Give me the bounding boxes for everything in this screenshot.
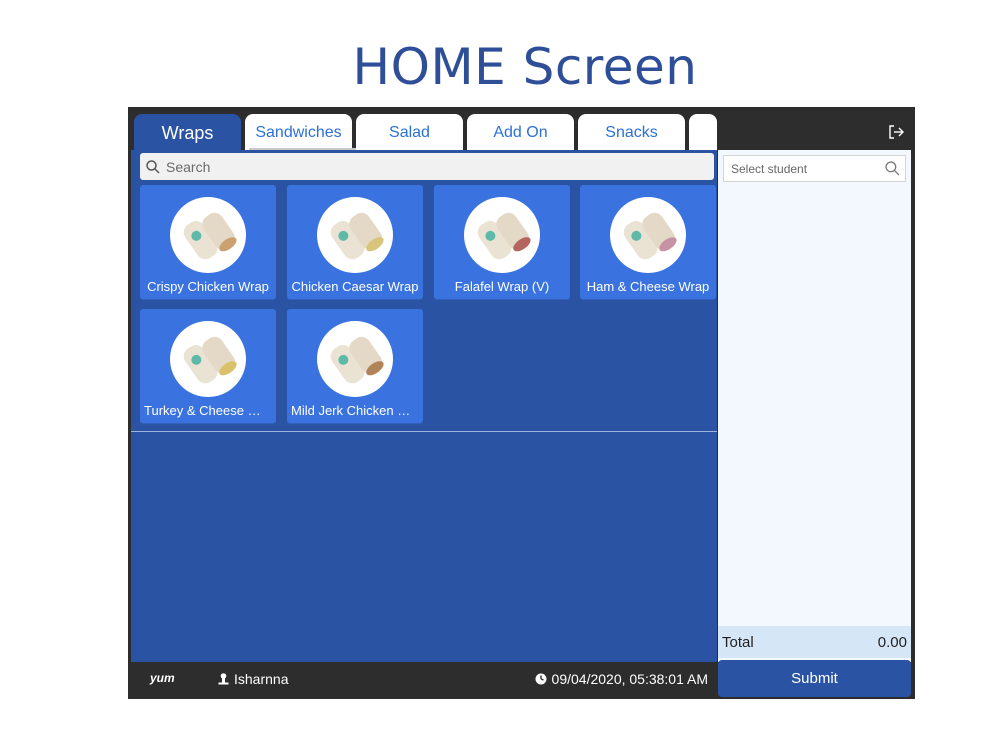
tab-more[interactable] (689, 114, 717, 152)
clock-icon (535, 673, 547, 685)
search-bar (140, 153, 714, 180)
datetime-value: 09/04/2020, 05:38:01 AM (551, 671, 708, 687)
product-photo (317, 197, 393, 273)
tab-snacks[interactable]: Snacks (578, 114, 685, 152)
student-select (723, 155, 906, 182)
logout-icon[interactable] (887, 123, 905, 141)
product-falafel-wrap[interactable]: Falafel Wrap (V) (434, 185, 570, 300)
product-photo (464, 197, 540, 273)
product-photo (170, 197, 246, 273)
search-icon[interactable] (885, 161, 900, 176)
search-icon (146, 159, 160, 174)
submit-button[interactable]: Submit (718, 660, 911, 697)
product-photo (610, 197, 686, 273)
current-user: Isharnna (218, 671, 288, 687)
datetime: 09/04/2020, 05:38:01 AM (535, 671, 708, 687)
product-mild-jerk-chicken-wrap[interactable]: Mild Jerk Chicken Wrap (287, 309, 423, 424)
product-name: Falafel Wrap (V) (454, 279, 550, 294)
product-photo (317, 321, 393, 397)
user-name: Isharnna (234, 671, 289, 687)
brand-logo: yum (150, 671, 175, 685)
product-crispy-chicken-wrap[interactable]: Crispy Chicken Wrap (140, 185, 276, 300)
product-name: Mild Jerk Chicken Wrap (291, 403, 419, 418)
tab-add-on[interactable]: Add On (467, 114, 574, 152)
student-search-input[interactable] (729, 160, 883, 177)
product-panel: Crispy Chicken Wrap Chicken Caesar Wrap … (131, 150, 717, 662)
product-name: Ham & Cheese Wrap (586, 279, 710, 294)
status-bar: yum Isharnna 09/04/2020, 05:38:01 AM (128, 661, 718, 699)
total-label: Total (722, 633, 754, 651)
page-title: HOME Screen (352, 38, 698, 96)
tab-salad[interactable]: Salad (356, 114, 463, 152)
total-value: 0.00 (877, 633, 907, 651)
category-tabs: Wraps Sandwiches Salad Add On Snacks (131, 112, 717, 155)
tab-wraps[interactable]: Wraps (134, 114, 241, 152)
product-name: Crispy Chicken Wrap (147, 279, 269, 294)
product-turkey-cheese-wrap[interactable]: Turkey & Cheese Wrap (140, 309, 276, 424)
product-ham-cheese-wrap[interactable]: Ham & Cheese Wrap (580, 185, 716, 300)
search-input[interactable] (164, 157, 708, 176)
pos-app: Wraps Sandwiches Salad Add On Snacks Cri… (128, 107, 915, 699)
order-panel: Total 0.00 (718, 150, 911, 662)
user-icon (218, 673, 229, 685)
tab-label: Sandwiches (255, 124, 342, 141)
total-row: Total 0.00 (718, 626, 911, 658)
product-chicken-caesar-wrap[interactable]: Chicken Caesar Wrap (287, 185, 423, 300)
product-photo (170, 321, 246, 397)
product-name: Chicken Caesar Wrap (291, 279, 419, 294)
tab-sandwiches[interactable]: Sandwiches (245, 114, 392, 152)
grid-divider (131, 431, 717, 432)
product-name: Turkey & Cheese Wrap (144, 403, 272, 418)
